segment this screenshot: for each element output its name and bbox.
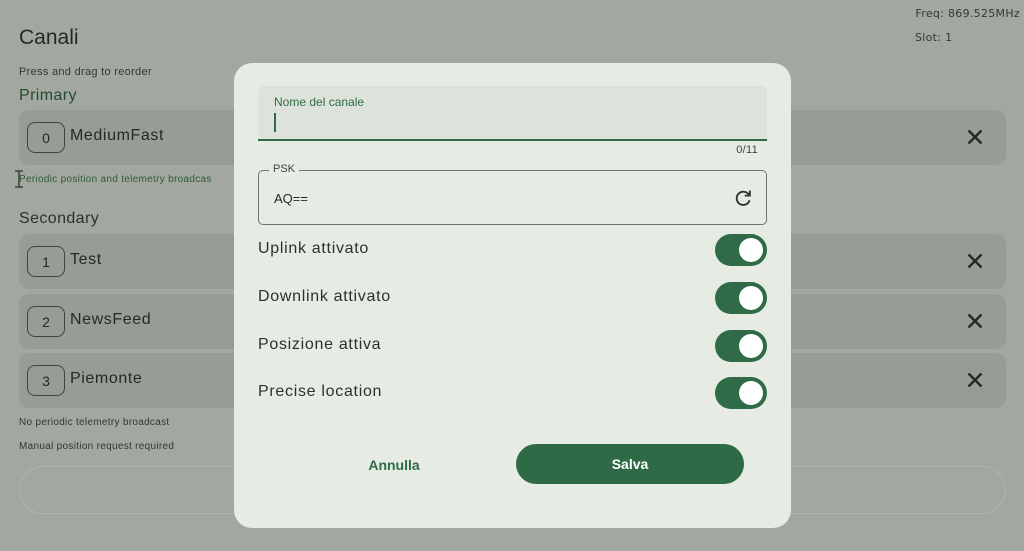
psk-value: AQ==	[274, 191, 308, 206]
channel-name: NewsFeed	[70, 311, 152, 328]
precise-location-switch[interactable]	[715, 377, 767, 409]
channel-name-field[interactable]: Nome del canale	[258, 86, 767, 141]
psk-field[interactable]: PSK AQ==	[258, 163, 767, 225]
character-counter: 0/11	[736, 144, 758, 156]
close-icon[interactable]	[962, 248, 988, 274]
position-label: Posizione attiva	[258, 336, 382, 353]
toggle-row-position: Posizione attiva	[258, 330, 767, 362]
downlink-switch[interactable]	[715, 282, 767, 314]
save-button[interactable]: Salva	[516, 444, 744, 484]
uplink-switch[interactable]	[715, 234, 767, 266]
switch-knob	[739, 238, 763, 262]
channel-name: MediumFast	[70, 127, 165, 144]
close-icon[interactable]	[962, 367, 988, 393]
primary-heading: Primary	[19, 87, 77, 104]
channel-name: Test	[70, 251, 102, 268]
switch-knob	[739, 381, 763, 405]
toggle-row-downlink: Downlink attivato	[258, 282, 767, 314]
position-switch[interactable]	[715, 330, 767, 362]
primary-note: Periodic position and telemetry broadcas	[19, 174, 212, 185]
switch-knob	[739, 286, 763, 310]
slot-readout: Slot: 1	[915, 31, 953, 44]
refresh-icon[interactable]	[732, 187, 754, 209]
channel-index-badge: 3	[27, 365, 65, 396]
channel-index-badge: 2	[27, 306, 65, 337]
channel-name-label: Nome del canale	[274, 95, 365, 109]
channel-edit-dialog: Nome del canale 0/11 PSK AQ== Uplink att…	[234, 63, 791, 528]
channel-name: Piemonte	[70, 370, 143, 387]
secondary-note-position: Manual position request required	[19, 441, 175, 452]
toggle-row-precise-location: Precise location	[258, 377, 767, 409]
downlink-label: Downlink attivato	[258, 288, 391, 305]
toggle-row-uplink: Uplink attivato	[258, 234, 767, 266]
channel-index-badge: 1	[27, 246, 65, 277]
cancel-button[interactable]: Annulla	[344, 446, 444, 484]
uplink-label: Uplink attivato	[258, 240, 369, 257]
frequency-readout: Freq: 869.525MHz	[915, 7, 1020, 20]
close-icon[interactable]	[962, 308, 988, 334]
close-icon[interactable]	[962, 124, 988, 150]
secondary-note-telemetry: No periodic telemetry broadcast	[19, 417, 170, 428]
channel-index-badge: 0	[27, 122, 65, 153]
secondary-heading: Secondary	[19, 210, 100, 227]
precise-location-label: Precise location	[258, 383, 383, 400]
text-caret	[274, 113, 276, 132]
psk-label: PSK	[269, 163, 300, 175]
switch-knob	[739, 334, 763, 358]
page-title: Canali	[19, 26, 79, 49]
reorder-hint: Press and drag to reorder	[19, 66, 152, 78]
